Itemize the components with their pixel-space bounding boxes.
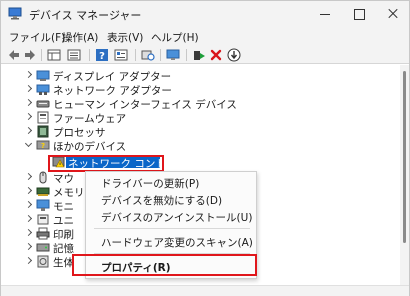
uninstall-x-icon[interactable]: [209, 48, 223, 62]
menu-update-driver[interactable]: ドライバーの更新(P): [101, 176, 199, 191]
monitor-icon[interactable]: [166, 48, 180, 62]
help-icon[interactable]: ?: [95, 48, 109, 62]
biometric-icon: [37, 255, 49, 268]
menu-view[interactable]: 表示(V): [107, 30, 143, 45]
expand-chevron-icon[interactable]: [25, 113, 33, 121]
tree-item-label: メモリ: [53, 187, 85, 199]
menu-file[interactable]: ファイル(F): [9, 30, 65, 45]
tree-item-display-adapters[interactable]: ディスプレイ アダプター: [1, 69, 400, 83]
tree-item-label: ヒューマン インターフェイス デバイス: [53, 99, 237, 111]
scrollbar-thumb[interactable]: [403, 71, 406, 243]
toolbar-separator: [41, 49, 42, 61]
expand-chevron-icon[interactable]: [25, 229, 33, 237]
forward-arrow-icon[interactable]: [23, 48, 37, 62]
monitor-device-icon: [36, 199, 50, 211]
selected-item-highlight-box: [48, 155, 164, 172]
tree-item-label: 記憶: [53, 243, 74, 255]
toolbar: ?: [1, 47, 409, 64]
expand-chevron-icon[interactable]: [25, 215, 33, 223]
tree-item-label: ほかのデバイス: [53, 141, 127, 153]
menu-uninstall-device[interactable]: デバイスのアンインストール(U): [101, 210, 252, 225]
add-driver-icon[interactable]: [192, 48, 206, 62]
minimize-button[interactable]: [307, 1, 343, 27]
tree-item-label: ユニ: [53, 215, 74, 227]
expand-chevron-icon[interactable]: [25, 85, 33, 93]
close-button[interactable]: [375, 1, 410, 27]
other-devices-icon: ?: [36, 140, 50, 150]
menu-scan-hardware[interactable]: ハードウェア変更のスキャン(A): [101, 235, 253, 250]
expand-chevron-icon[interactable]: [25, 99, 33, 107]
scan-hardware-icon[interactable]: [141, 48, 155, 62]
tree-item-label: 印刷: [53, 229, 74, 241]
tree-item-other-devices[interactable]: ? ほかのデバイス: [1, 139, 400, 153]
svg-text:?: ?: [99, 51, 105, 62]
tree-item-firmware[interactable]: ファームウェア: [1, 111, 400, 125]
properties-highlight-box: [72, 254, 257, 276]
expand-chevron-icon[interactable]: [25, 71, 33, 79]
usb-icon: [37, 214, 49, 225]
mouse-icon: [39, 171, 47, 184]
expand-chevron-icon[interactable]: [25, 173, 33, 181]
status-bar: [1, 285, 409, 296]
menu-bar: ファイル(F) 操作(A) 表示(V) ヘルプ(H): [1, 27, 409, 47]
processor-icon: [37, 125, 49, 138]
expand-chevron-icon[interactable]: [25, 243, 33, 251]
list-icon[interactable]: [67, 48, 81, 62]
window-title: デバイス マネージャー: [29, 9, 142, 22]
tree-item-label: プロセッサ: [53, 127, 106, 139]
toolbar-separator: [135, 49, 136, 61]
printer-icon: [36, 227, 50, 240]
svg-text:?: ?: [41, 142, 45, 150]
toolbar-separator: [160, 49, 161, 61]
firmware-icon: [37, 111, 49, 124]
menu-separator: [94, 228, 250, 229]
title-bar: デバイス マネージャー: [1, 1, 409, 27]
tree-item-processors[interactable]: プロセッサ: [1, 125, 400, 139]
menu-action[interactable]: 操作(A): [62, 30, 98, 45]
tree-item-hid[interactable]: ヒューマン インターフェイス デバイス: [1, 97, 400, 111]
tree-item-network-adapters[interactable]: ネットワーク アダプター: [1, 83, 400, 97]
toolbar-separator: [186, 49, 187, 61]
tree-item-label: マウ: [53, 173, 74, 185]
network-adapter-icon: [36, 84, 50, 95]
toolbar-separator: [89, 49, 90, 61]
vertical-scrollbar[interactable]: [400, 65, 409, 285]
display-adapter-icon: [36, 70, 50, 81]
menu-help[interactable]: ヘルプ(H): [151, 30, 199, 45]
device-manager-window: デバイス マネージャー ファイル(F) 操作(A) 表示(V) ヘルプ(H) ?…: [0, 0, 410, 296]
tree-item-label: モニ: [53, 201, 74, 213]
tree-item-label: ディスプレイ アダプター: [53, 71, 172, 83]
collapse-chevron-icon[interactable]: [25, 141, 33, 149]
tree-item-label: 生体: [53, 257, 74, 269]
expand-chevron-icon[interactable]: [25, 127, 33, 135]
storage-icon: [36, 243, 50, 252]
expand-chevron-icon[interactable]: [25, 187, 33, 195]
device-list-icon[interactable]: [114, 48, 128, 62]
maximize-button[interactable]: [341, 1, 377, 27]
tree-item-label: ネットワーク アダプター: [53, 85, 172, 97]
memory-icon: [36, 187, 50, 196]
expand-chevron-icon[interactable]: [25, 201, 33, 209]
hid-icon: [36, 100, 50, 108]
tree-item-label: ファームウェア: [53, 113, 127, 125]
update-down-arrow-icon[interactable]: [227, 48, 241, 62]
back-arrow-icon[interactable]: [7, 48, 21, 62]
menu-disable-device[interactable]: デバイスを無効にする(D): [101, 193, 222, 208]
properties-grid-icon[interactable]: [47, 48, 61, 62]
expand-chevron-icon[interactable]: [25, 257, 33, 265]
device-manager-app-icon: [8, 7, 22, 20]
